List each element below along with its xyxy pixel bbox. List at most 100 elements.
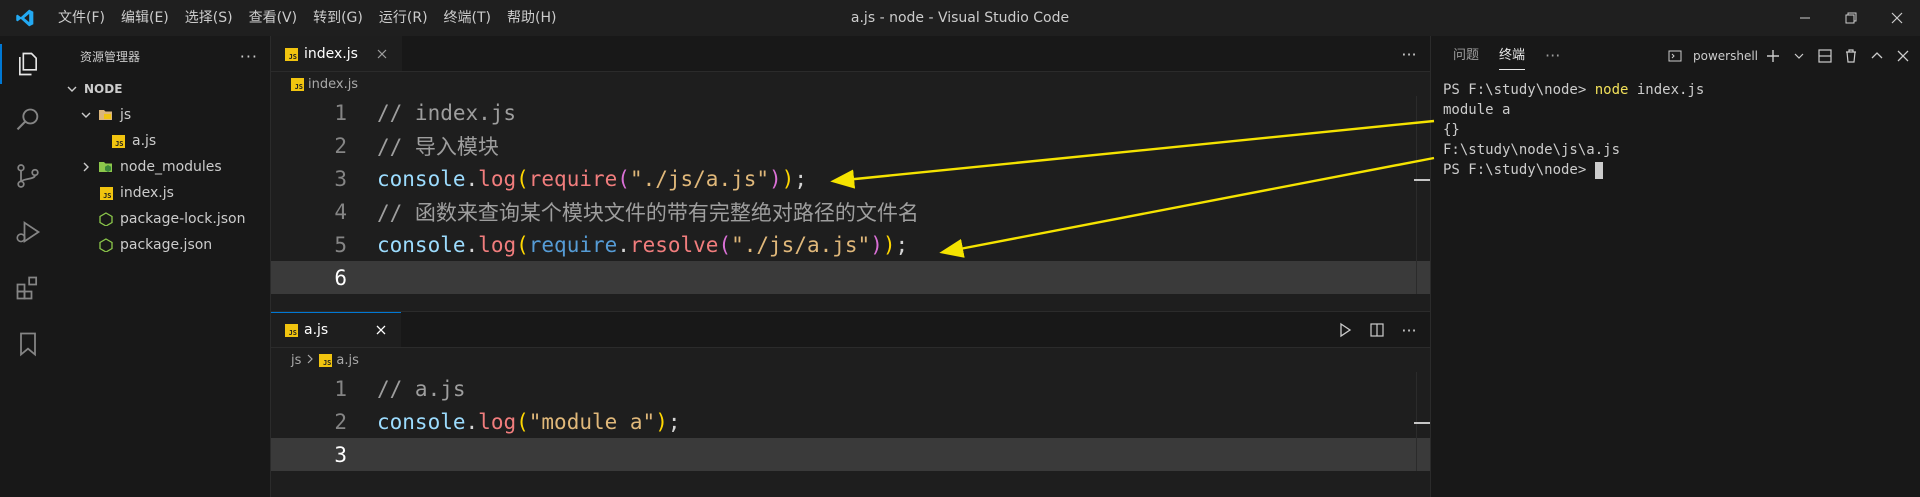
tree-item-package-json[interactable]: package.json: [56, 232, 270, 258]
editor-group-bottom: JS a.js ··· js JS a.js 1 // a.js 2 conso…: [271, 311, 1430, 497]
tree-item-a-js[interactable]: JS a.js: [56, 128, 270, 154]
token: (: [516, 232, 529, 257]
terminal-prompt: PS F:\study\node>: [1443, 162, 1595, 178]
token: ;: [667, 409, 681, 434]
line-number: 2: [334, 409, 347, 434]
chevron-right-icon: [305, 353, 315, 368]
panel-actions: powershell: [1668, 36, 1920, 76]
explorer-root-folder[interactable]: NODE: [56, 76, 270, 102]
maximize-panel-button[interactable]: [1866, 44, 1888, 68]
token: log: [478, 409, 517, 434]
explorer-activity-button[interactable]: [0, 36, 56, 92]
code-line-current: 3: [271, 438, 1430, 471]
menu-edit[interactable]: 编辑(E): [113, 0, 177, 36]
close-window-button[interactable]: [1874, 0, 1920, 36]
close-tab-icon[interactable]: [374, 46, 390, 62]
bookmark-icon: [20, 332, 36, 357]
menu-view[interactable]: 查看(V): [241, 0, 306, 36]
code-text: console.log(require("./js/a.js"));: [377, 167, 807, 191]
token: "module a": [528, 409, 656, 434]
breadcrumb-folder[interactable]: js: [291, 353, 301, 368]
tree-item-label: js: [120, 107, 132, 123]
close-icon: [1897, 50, 1909, 62]
run-debug-activity-button[interactable]: [0, 204, 56, 260]
editor-scrollbar-top[interactable]: [1414, 96, 1430, 294]
terminal-dropdown[interactable]: [1788, 44, 1810, 68]
tree-item-package-lock[interactable]: package-lock.json: [56, 206, 270, 232]
tree-item-label: package.json: [120, 237, 213, 253]
tab-a-js[interactable]: JS a.js: [271, 312, 401, 347]
token: ): [870, 232, 883, 257]
code-area-bottom[interactable]: 1 // a.js 2 console.log("module a"); 3: [271, 372, 1430, 471]
line-number: 1: [334, 100, 347, 125]
code-area-top[interactable]: 1 // index.js 2 // 导入模块 3 console.log(re…: [271, 96, 1430, 294]
tab-index-js[interactable]: JS index.js: [271, 36, 402, 71]
js-file-icon: JS: [98, 185, 114, 201]
node-file-icon: [98, 211, 114, 227]
editor-actions-bottom: ···: [1332, 312, 1422, 348]
play-icon: [1340, 322, 1352, 338]
menu-terminal[interactable]: 终端(T): [436, 0, 499, 36]
search-activity-button[interactable]: [0, 92, 56, 148]
split-terminal-button[interactable]: [1814, 44, 1836, 68]
split-editor-button[interactable]: [1364, 317, 1390, 343]
more-actions-icon[interactable]: ···: [240, 47, 258, 66]
tree-item-label: package-lock.json: [120, 211, 246, 227]
menu-help[interactable]: 帮助(H): [499, 0, 564, 36]
split-editor-icon: [1370, 323, 1384, 337]
token: (: [516, 166, 529, 191]
tab-terminal[interactable]: 终端: [1489, 36, 1535, 76]
close-panel-button[interactable]: [1892, 44, 1914, 68]
breadcrumb-file[interactable]: a.js: [336, 353, 358, 368]
folder-node-icon: [98, 159, 114, 175]
more-actions-icon[interactable]: ···: [1396, 317, 1422, 343]
source-control-activity-button[interactable]: [0, 148, 56, 204]
extensions-activity-button[interactable]: [0, 260, 56, 316]
terminal-selector[interactable]: powershell: [1668, 44, 1758, 68]
more-actions-icon[interactable]: ···: [1396, 41, 1422, 67]
js-file-icon: JS: [110, 133, 126, 149]
panel-tabbar: 问题 终端 ··· powershell: [1431, 36, 1920, 76]
tree-item-js-folder[interactable]: js: [56, 102, 270, 128]
activity-bar: [0, 36, 56, 497]
token: resolve: [629, 232, 719, 257]
minimize-icon: [1800, 17, 1810, 19]
terminal-output[interactable]: PS F:\study\node> node index.js module a…: [1431, 76, 1920, 184]
new-terminal-button[interactable]: [1762, 44, 1784, 68]
menu-selection[interactable]: 选择(S): [177, 0, 241, 36]
minimize-button[interactable]: [1782, 0, 1828, 36]
line-number: 2: [334, 133, 347, 158]
token: (: [516, 409, 529, 434]
js-file-icon: JS: [319, 353, 333, 367]
more-actions-icon[interactable]: ···: [1535, 36, 1570, 76]
code-text: // index.js: [377, 100, 517, 125]
line-number: 3: [334, 166, 347, 191]
bookmarks-activity-button[interactable]: [0, 316, 56, 372]
token: ): [769, 166, 782, 191]
tree-item-node-modules[interactable]: node_modules: [56, 154, 270, 180]
token: .: [465, 409, 479, 434]
line-number: 6: [334, 265, 347, 290]
line-number: 5: [334, 232, 347, 257]
kill-terminal-button[interactable]: [1840, 44, 1862, 68]
token: .: [617, 232, 630, 257]
close-tab-icon[interactable]: [373, 322, 389, 338]
run-file-button[interactable]: [1332, 317, 1358, 343]
extensions-icon: [16, 276, 38, 300]
breadcrumb-file[interactable]: index.js: [308, 77, 358, 92]
chevron-down-icon: [64, 81, 80, 97]
editor-scrollbar-bottom[interactable]: [1414, 372, 1430, 471]
token: log: [478, 166, 517, 191]
plus-icon: [1767, 50, 1779, 62]
menu-run[interactable]: 运行(R): [371, 0, 436, 36]
close-icon: [1891, 12, 1903, 24]
code-text: // 导入模块: [377, 134, 499, 159]
restore-button[interactable]: [1828, 0, 1874, 36]
tree-item-index-js[interactable]: JS index.js: [56, 180, 270, 206]
menu-file[interactable]: 文件(F): [50, 0, 113, 36]
menu-go[interactable]: 转到(G): [305, 0, 371, 36]
run-debug-icon: [16, 221, 41, 243]
line-number: 4: [334, 199, 347, 224]
tab-problems[interactable]: 问题: [1443, 36, 1489, 76]
vscode-logo-icon: [0, 0, 50, 36]
